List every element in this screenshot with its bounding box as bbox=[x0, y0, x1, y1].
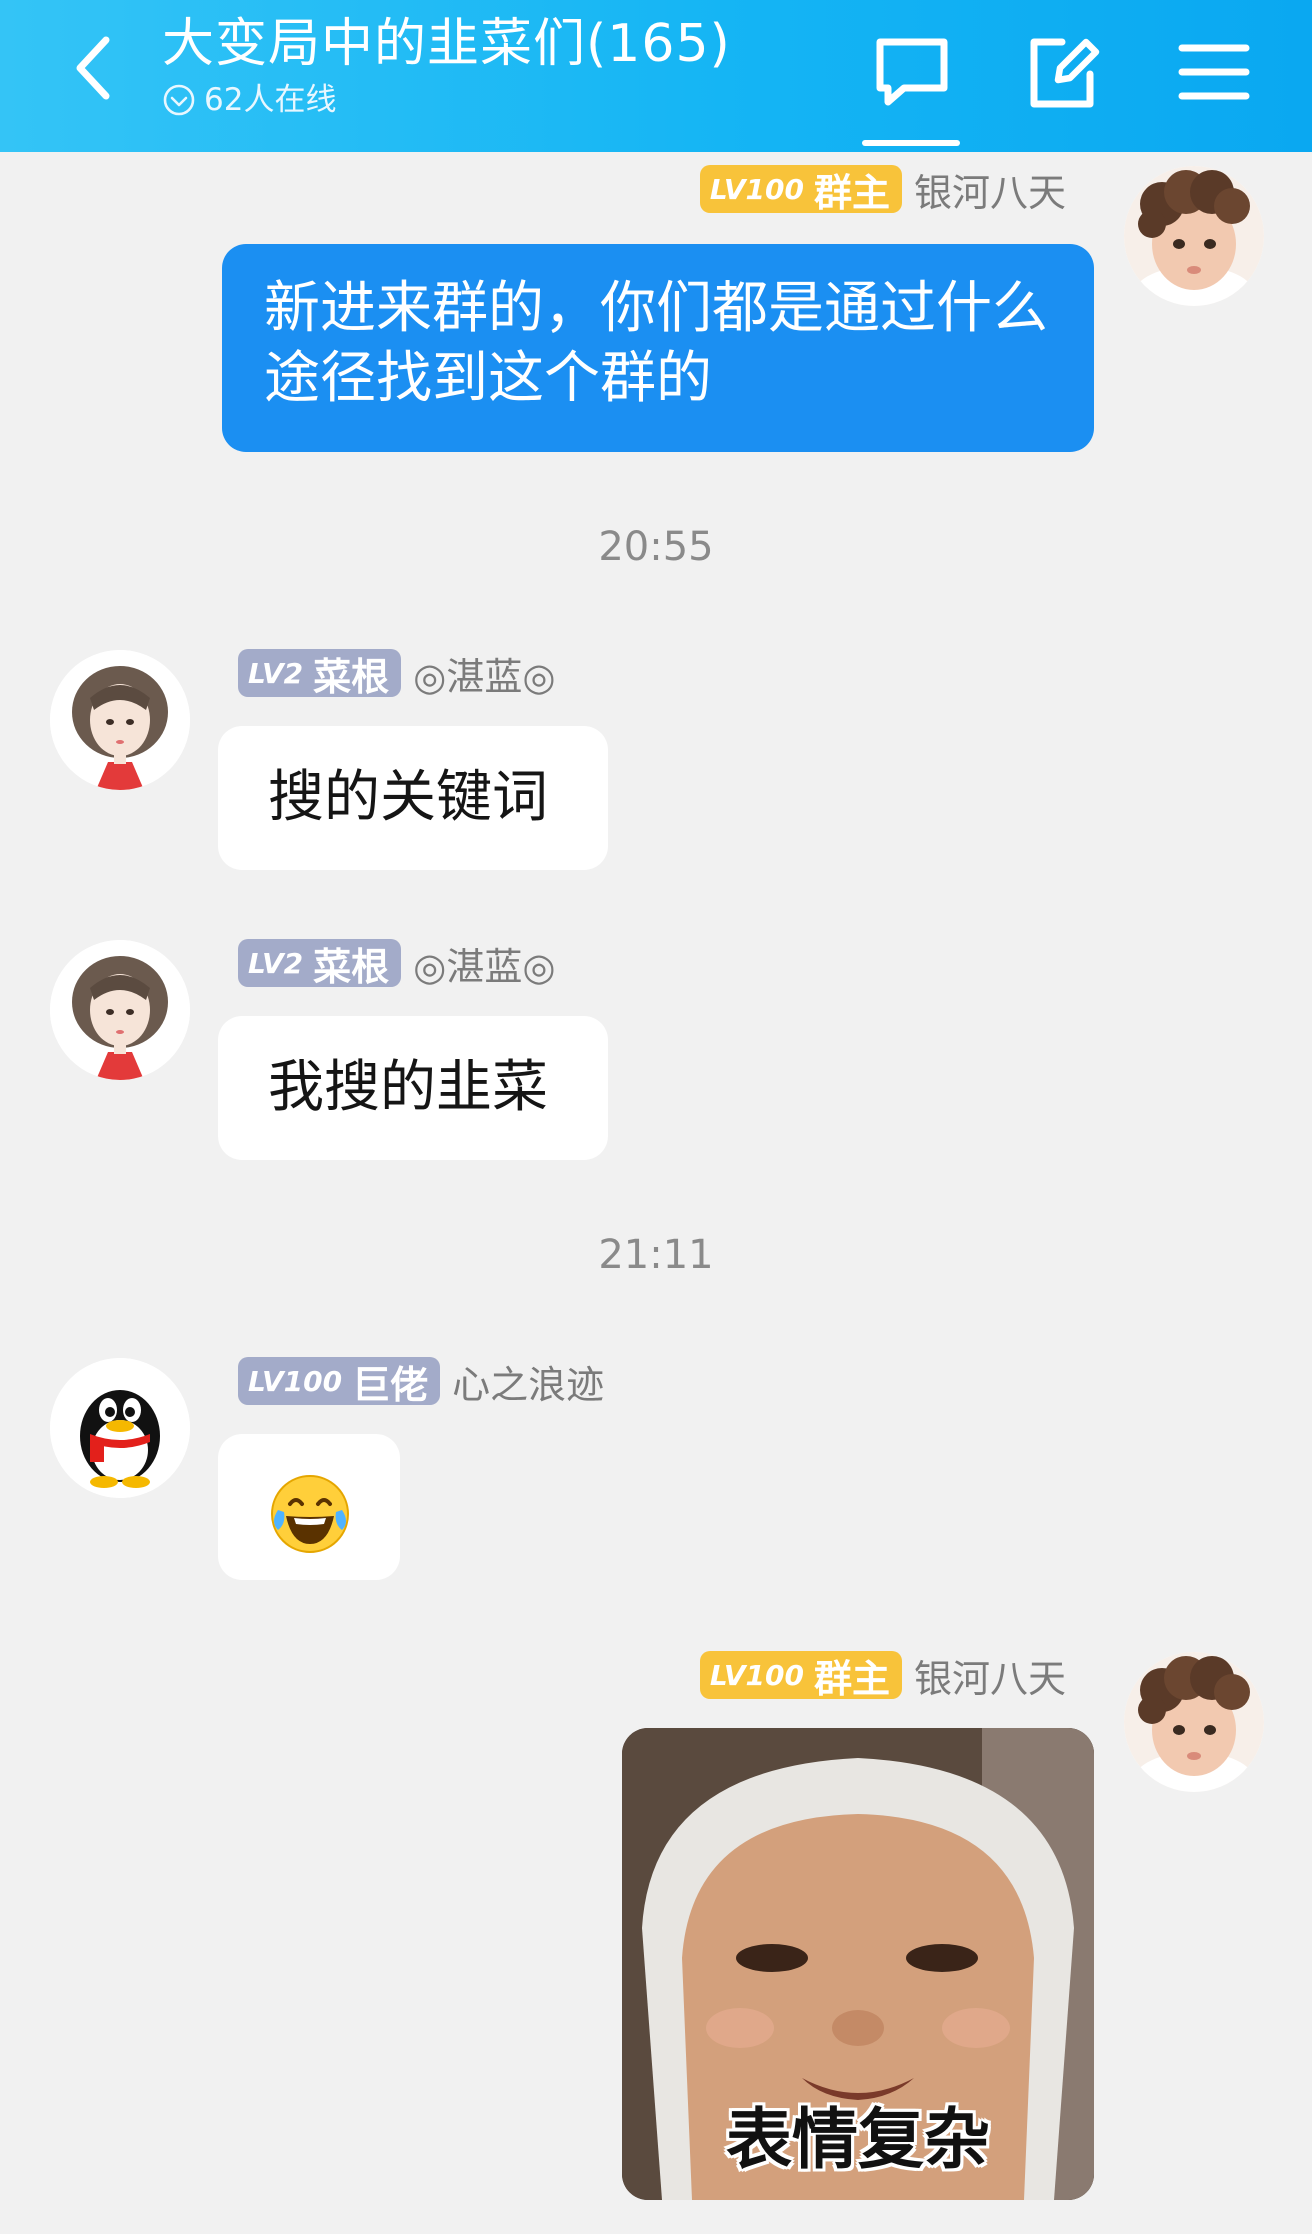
message-bubble-incoming[interactable]: 我搜的韭菜 bbox=[218, 1016, 608, 1160]
owner-badge: LV100 群主 bbox=[699, 1651, 902, 1701]
chat-title-block[interactable]: 大变局中的韭菜们(165) 62人在线 bbox=[162, 12, 731, 118]
group-title: 大变局中的韭菜们(165) bbox=[162, 14, 731, 74]
message-meta: LV100 群主 银河八天 bbox=[699, 162, 1066, 217]
edit-icon bbox=[1030, 38, 1100, 108]
sender-name[interactable]: 银河八天 bbox=[914, 1648, 1066, 1703]
sender-name[interactable]: ◎湛蓝◎ bbox=[413, 646, 555, 701]
menu-icon bbox=[1178, 44, 1250, 100]
sender-name[interactable]: 心之浪迹 bbox=[452, 1354, 604, 1409]
message-meta: LV100 巨佬 心之浪迹 bbox=[238, 1354, 604, 1409]
sender-name[interactable]: ◎湛蓝◎ bbox=[413, 936, 555, 991]
member-badge: LV100 巨佬 bbox=[238, 1357, 441, 1407]
sender-name[interactable]: 银河八天 bbox=[914, 162, 1066, 217]
message-meta: LV100 群主 银河八天 bbox=[699, 1648, 1066, 1703]
owner-badge: LV100 群主 bbox=[699, 165, 902, 215]
tab-edit[interactable] bbox=[1018, 28, 1106, 116]
message-meta: LV2 菜根 ◎湛蓝◎ bbox=[238, 646, 555, 701]
message-bubble-outgoing[interactable]: 新进来群的，你们都是通过什么途径找到这个群的 bbox=[222, 244, 1094, 452]
online-status: 62人在线 bbox=[162, 82, 731, 118]
message-meta: LV2 菜根 ◎湛蓝◎ bbox=[238, 936, 555, 991]
timestamp: 21:11 bbox=[598, 1232, 714, 1278]
back-button[interactable] bbox=[62, 26, 134, 110]
menu-button[interactable] bbox=[1170, 28, 1258, 116]
qq-penguin-avatar[interactable] bbox=[50, 1358, 190, 1498]
girl-avatar[interactable] bbox=[50, 650, 190, 790]
girl-avatar[interactable] bbox=[50, 940, 190, 1080]
chat-bubble-icon bbox=[876, 38, 948, 106]
online-check-icon bbox=[163, 84, 195, 116]
sticker-caption: 表情复杂 bbox=[726, 2101, 990, 2178]
member-badge: LV2 菜根 bbox=[238, 939, 402, 989]
baby-avatar[interactable] bbox=[1124, 166, 1264, 306]
message-bubble-incoming[interactable] bbox=[218, 1434, 400, 1580]
sticker-image[interactable]: 表情复杂 bbox=[622, 1728, 1094, 2200]
baby-avatar[interactable] bbox=[1124, 1652, 1264, 1792]
active-tab-indicator bbox=[862, 140, 960, 146]
timestamp: 20:55 bbox=[598, 524, 714, 570]
tab-chat[interactable] bbox=[868, 28, 956, 116]
member-badge: LV2 菜根 bbox=[238, 649, 402, 699]
message-bubble-incoming[interactable]: 搜的关键词 bbox=[218, 726, 608, 870]
chat-header: 大变局中的韭菜们(165) 62人在线 bbox=[0, 0, 1312, 152]
back-icon bbox=[76, 36, 110, 100]
laughing-tears-emoji-icon bbox=[271, 1475, 349, 1553]
online-count: 62人在线 bbox=[204, 82, 337, 118]
